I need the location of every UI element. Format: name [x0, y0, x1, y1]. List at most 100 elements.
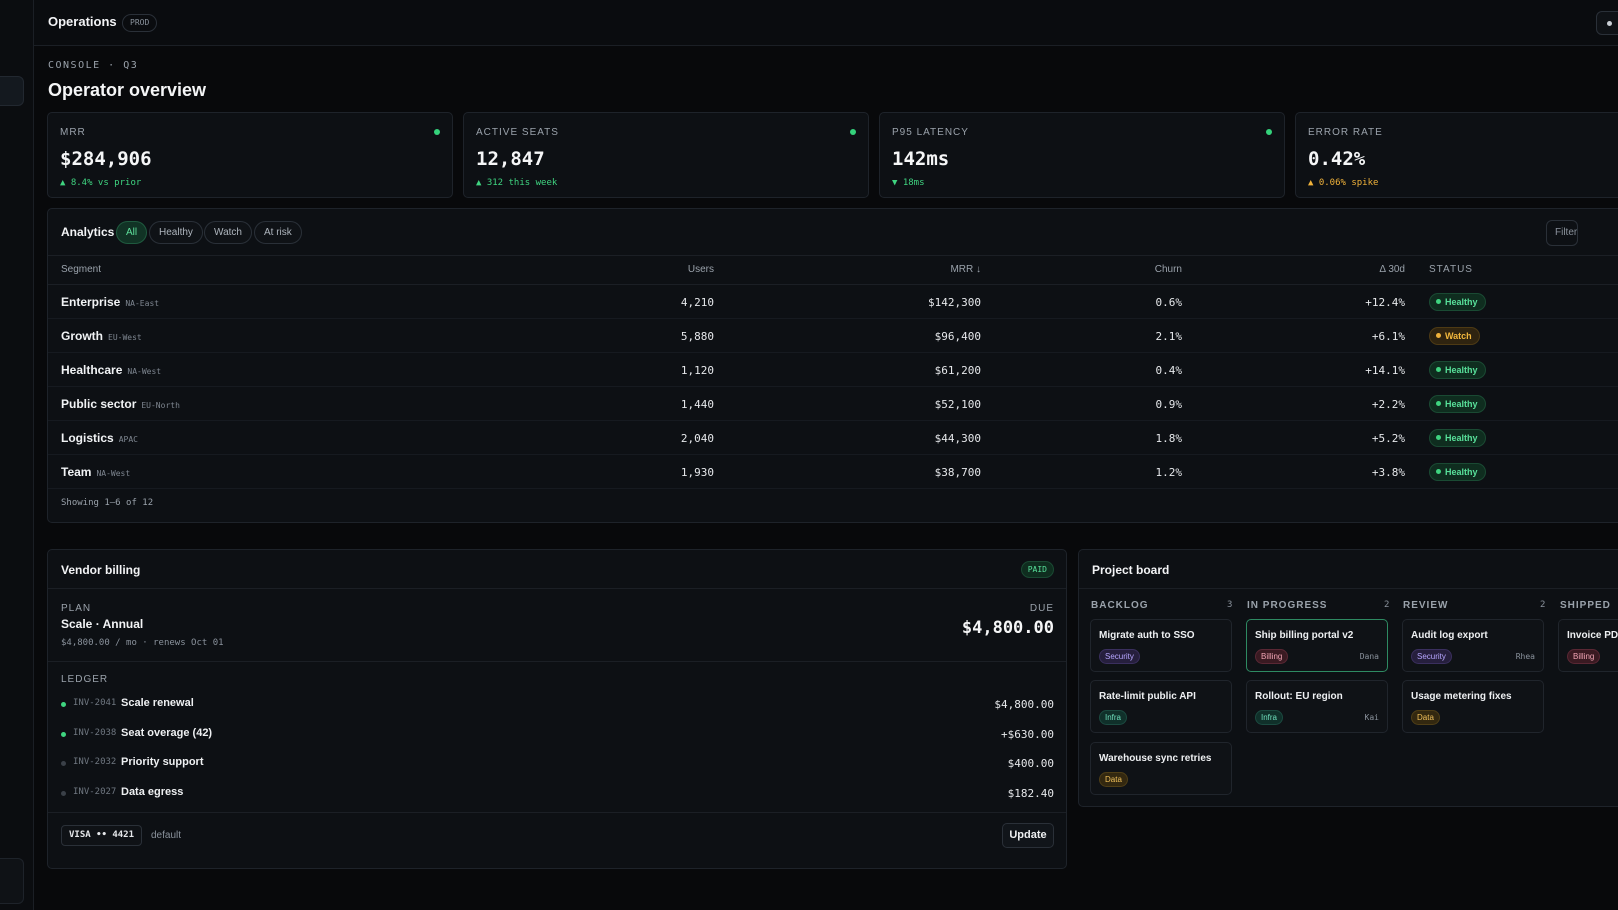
task-tag: Data — [1099, 772, 1128, 787]
kpi-label: ERROR RATE — [1308, 127, 1383, 138]
users-cell: 1,440 — [680, 398, 714, 411]
nav-rail-footer[interactable] — [0, 858, 24, 904]
table-row[interactable]: Logistics APAC 2,040 $44,300 1.8% +5.2% H… — [48, 421, 1618, 455]
segment-name: Healthcare — [61, 363, 123, 377]
table-row[interactable]: Healthcare NA-West 1,120 $61,200 0.4% +14… — [48, 353, 1618, 387]
page-eyebrow: CONSOLE · Q3 — [48, 60, 139, 71]
churn-cell: 0.9% — [1155, 398, 1183, 411]
kpi-value: 12,847 — [476, 148, 545, 170]
card-default-note: default — [151, 830, 182, 841]
divider — [48, 812, 1066, 813]
kpi-card-p95-latency: P95 LATENCY 142ms ▼ 18ms — [879, 112, 1285, 198]
kpi-card-active-seats: ACTIVE SEATS 12,847 ▲ 312 this week — [463, 112, 869, 198]
segment-name: Public sector — [61, 397, 137, 411]
users-cell: 1,120 — [680, 364, 714, 377]
segment-name: Enterprise — [61, 295, 121, 309]
ledger-row[interactable]: INV-2027 Data egress $182.40 — [61, 783, 1054, 805]
filter-chip-watch[interactable]: Watch — [204, 221, 252, 244]
churn-cell: 1.8% — [1155, 432, 1183, 445]
analytics-header: Analytics All Healthy Watch At risk — [48, 209, 1618, 256]
segment-region: NA-West — [127, 367, 162, 376]
status-label: Watch — [1445, 331, 1472, 341]
filter-chip-all[interactable]: All — [116, 221, 148, 244]
user-menu-button[interactable] — [1596, 11, 1618, 35]
invoice-amount: $400.00 — [1007, 757, 1054, 770]
page-title: Operator overview — [48, 80, 207, 100]
task-tag: Data — [1411, 710, 1440, 725]
nav-rail-active-item[interactable] — [0, 76, 24, 106]
segment-region: EU-West — [108, 333, 142, 342]
status-dot-icon — [61, 702, 66, 707]
board-column-review: REVIEW — [1403, 600, 1449, 611]
task-card[interactable]: Warehouse sync retries Data — [1090, 742, 1232, 795]
column-header-status[interactable]: STATUS — [1429, 264, 1473, 275]
invoice-description: Data egress — [121, 786, 184, 798]
table-row[interactable]: Public sector EU-North 1,440 $52,100 0.9%… — [48, 387, 1618, 421]
invoice-id: INV-2041 — [73, 698, 117, 708]
ledger-row[interactable]: INV-2038 Seat overage (42) +$630.00 — [61, 724, 1054, 746]
status-badge: Healthy — [1429, 361, 1486, 379]
kpi-delta: ▲ 8.4% vs prior — [60, 178, 142, 188]
ledger-label: LEDGER — [61, 674, 109, 685]
status-badge: Healthy — [1429, 463, 1486, 481]
task-card[interactable]: Rollout: EU region Infra Kai — [1246, 680, 1388, 733]
column-header-delta-30d[interactable]: Δ 30d — [1248, 264, 1405, 275]
invoice-description: Scale renewal — [121, 697, 194, 709]
board-column-shipped: SHIPPED — [1560, 600, 1611, 611]
kpi-delta: ▲ 312 this week — [476, 178, 558, 188]
ledger-row[interactable]: INV-2032 Priority support $400.00 — [61, 753, 1054, 775]
filter-button[interactable]: Filter — [1546, 220, 1578, 246]
invoice-amount: $4,800.00 — [994, 698, 1054, 711]
segment-name: Team — [61, 465, 92, 479]
table-row[interactable]: Team NA-West 1,930 $38,700 1.2% +3.8% Hea… — [48, 455, 1618, 489]
status-badge: Healthy — [1429, 395, 1486, 413]
status-dot-icon — [434, 129, 440, 135]
divider — [48, 661, 1066, 662]
delta-cell: +3.8% — [1371, 466, 1405, 479]
kpi-value: 142ms — [892, 148, 950, 170]
task-card[interactable]: Ship billing portal v2 Billing Dana — [1246, 619, 1388, 672]
task-tag: Billing — [1255, 649, 1289, 664]
task-card[interactable]: Rate-limit public API Infra — [1090, 680, 1232, 733]
delta-cell: +5.2% — [1371, 432, 1405, 445]
task-tag: Infra — [1099, 710, 1128, 725]
task-title: Ship billing portal v2 — [1255, 630, 1354, 641]
table-row[interactable]: Growth EU-West 5,880 $96,400 2.1% +6.1% W… — [48, 319, 1618, 353]
column-header-segment[interactable]: Segment — [61, 264, 101, 275]
column-header-mrr[interactable]: MRR ↓ — [828, 264, 981, 275]
kpi-value: $284,906 — [60, 148, 152, 170]
ledger-row[interactable]: INV-2041 Scale renewal $4,800.00 — [61, 694, 1054, 716]
task-card[interactable]: Migrate auth to SSO Security — [1090, 619, 1232, 672]
kpi-value: 0.42% — [1308, 148, 1366, 170]
column-header-users[interactable]: Users — [568, 264, 714, 275]
segment-region: NA-West — [96, 469, 131, 478]
paid-badge: PAID — [1020, 561, 1054, 578]
task-tag: Security — [1099, 649, 1140, 664]
mrr-cell: $142,300 — [928, 296, 981, 309]
delta-cell: +2.2% — [1371, 398, 1405, 411]
mrr-cell: $44,300 — [934, 432, 981, 445]
invoice-amount: $182.40 — [1007, 787, 1054, 800]
status-label: Healthy — [1445, 399, 1478, 409]
task-card[interactable]: Usage metering fixes Data — [1402, 680, 1544, 733]
update-payment-button[interactable]: Update — [1002, 823, 1054, 848]
analytics-title: Analytics — [61, 225, 115, 239]
delta-cell: +14.1% — [1365, 364, 1405, 377]
task-tag: Billing — [1567, 649, 1601, 664]
task-card[interactable]: Audit log export Security Rhea — [1402, 619, 1544, 672]
status-dot-icon — [1436, 435, 1441, 440]
status-dot-icon — [61, 791, 66, 796]
task-title: Invoice PDF — [1567, 630, 1618, 641]
column-count: 2 — [1384, 600, 1390, 610]
invoice-id: INV-2027 — [73, 787, 117, 797]
users-cell: 4,210 — [680, 296, 714, 309]
segment-region: NA-East — [125, 299, 160, 308]
churn-cell: 1.2% — [1155, 466, 1183, 479]
filter-chip-at-risk[interactable]: At risk — [254, 221, 302, 244]
users-cell: 1,930 — [680, 466, 714, 479]
task-card[interactable]: Invoice PDF Billing — [1558, 619, 1618, 672]
column-header-churn[interactable]: Churn — [1048, 264, 1182, 275]
status-dot-icon — [850, 129, 856, 135]
filter-chip-healthy[interactable]: Healthy — [149, 221, 203, 244]
table-row[interactable]: Enterprise NA-East 4,210 $142,300 0.6% +1… — [48, 285, 1618, 319]
